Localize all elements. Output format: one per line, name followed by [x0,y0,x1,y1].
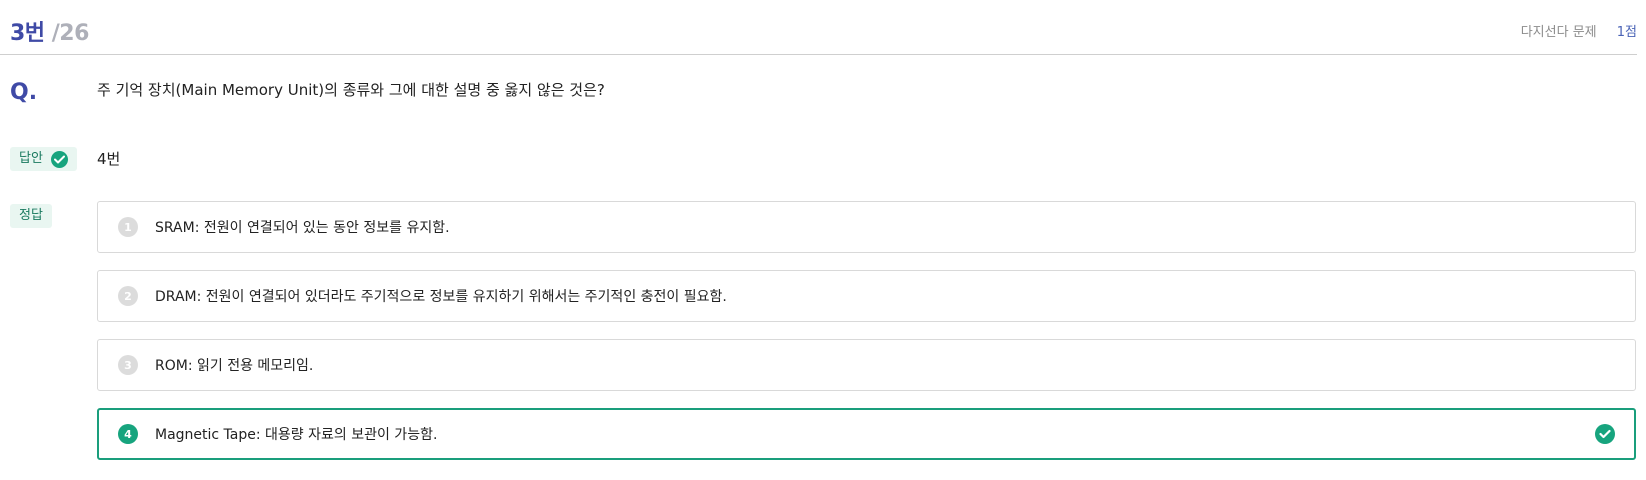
question-type: 다지선다 문제 [1520,25,1597,40]
option-2[interactable]: 2 DRAM: 전원이 연결되어 있더라도 주기적으로 정보를 유지하기 위해서… [97,270,1636,322]
option-number: 3 [118,355,138,375]
answer-tag-label: 답안 [19,151,43,166]
question-marker: Q. [10,80,38,105]
option-number: 1 [118,217,138,237]
option-text: SRAM: 전원이 연결되어 있는 동안 정보를 유지함. [155,220,450,236]
question-number: 3번 [10,21,45,46]
check-circle-icon [50,150,68,168]
check-circle-icon [1595,424,1615,444]
correct-answer-tag: 정답 [10,204,52,228]
answer-tag: 답안 [10,147,77,171]
question-meta: 다지선다 문제 1점 [1521,21,1637,40]
option-number: 2 [118,286,138,306]
option-text: DRAM: 전원이 연결되어 있더라도 주기적으로 정보를 유지하기 위해서는 … [155,289,727,305]
question-counter: 3번 /26 [10,15,89,47]
option-text: Magnetic Tape: 대용량 자료의 보관이 가능함. [155,427,438,443]
question-total: /26 [51,21,90,46]
question-points: 1점 [1616,25,1637,40]
option-3[interactable]: 3 ROM: 읽기 전용 메모리임. [97,339,1636,391]
question-text: 주 기억 장치(Main Memory Unit)의 종류와 그에 대한 설명 … [97,81,605,99]
correct-answer-tag-label: 정답 [19,208,43,223]
answer-options: 1 SRAM: 전원이 연결되어 있는 동안 정보를 유지함. 2 DRAM: … [97,201,1636,477]
option-number: 4 [118,424,138,444]
option-4[interactable]: 4 Magnetic Tape: 대용량 자료의 보관이 가능함. [97,408,1636,460]
option-1[interactable]: 1 SRAM: 전원이 연결되어 있는 동안 정보를 유지함. [97,201,1636,253]
answer-value: 4번 [97,150,121,168]
question-header: 3번 /26 다지선다 문제 1점 [0,0,1637,55]
option-text: ROM: 읽기 전용 메모리임. [155,358,314,374]
